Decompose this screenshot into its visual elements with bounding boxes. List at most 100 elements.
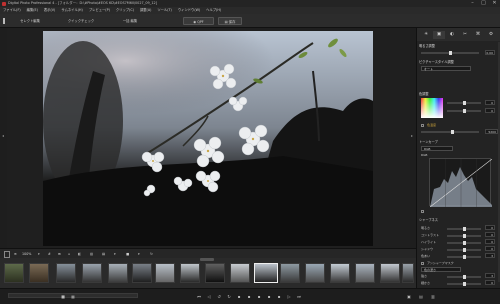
tone-curve-graph[interactable] — [429, 158, 493, 208]
first-image-icon[interactable]: ⏮ — [196, 294, 202, 299]
tab-basic-adjust[interactable]: ☀ — [420, 31, 432, 39]
filmstrip[interactable] — [0, 258, 416, 288]
tab-settings[interactable]: ⚙ — [485, 31, 497, 39]
maximize-icon[interactable]: □ — [478, 0, 489, 7]
select-edit-button[interactable]: セレクト編集 — [9, 17, 51, 25]
thumbnail[interactable] — [205, 263, 225, 283]
collapse-left-icon[interactable]: ◂ — [2, 133, 4, 138]
minimize-icon[interactable]: – — [467, 0, 478, 7]
thumbnail[interactable] — [280, 263, 300, 283]
brightness-fine-slider[interactable] — [447, 227, 481, 231]
photo-preview[interactable] — [43, 31, 373, 246]
thumbnail[interactable] — [108, 263, 128, 283]
contrast-slider[interactable] — [447, 234, 481, 238]
layout3-icon[interactable]: ▥ — [430, 294, 436, 299]
prev-icon[interactable]: ◁ — [206, 294, 212, 299]
thumbnail[interactable] — [56, 263, 76, 283]
brightness-fine-value[interactable]: 0 — [485, 225, 495, 230]
thumbnail[interactable] — [402, 263, 414, 283]
brightness-value[interactable]: 0.00 — [485, 50, 495, 55]
highlight-warning-icon[interactable]: ◧ — [78, 251, 84, 258]
brightness-slider[interactable] — [421, 51, 479, 55]
label-icon[interactable]: ▾ — [138, 251, 144, 258]
tab-tone[interactable]: ▣ — [433, 31, 445, 39]
checkbox-color[interactable] — [421, 124, 424, 127]
check1-icon[interactable]: ▪ — [236, 294, 242, 299]
color-tone-slider[interactable] — [447, 255, 481, 259]
fit-screen-icon[interactable] — [4, 250, 10, 258]
quick-button[interactable]: ◉ QPF — [183, 17, 214, 25]
thumbnail[interactable] — [82, 263, 102, 283]
checkbox-curve[interactable] — [421, 210, 424, 213]
color-wheel[interactable] — [421, 98, 443, 118]
zoom-level[interactable]: 100% — [22, 251, 36, 258]
collapse-right-icon[interactable]: ▸ — [411, 133, 413, 138]
check3-icon[interactable]: ▪ — [256, 294, 262, 299]
saturation-slider[interactable] — [447, 109, 481, 113]
thumbnail[interactable] — [132, 263, 152, 283]
save-button[interactable]: ▤ 保存 — [218, 17, 242, 25]
hue-slider[interactable] — [447, 101, 481, 105]
last-image-icon[interactable]: ⏭ — [296, 294, 302, 299]
thumbnail[interactable] — [230, 263, 250, 283]
layout-icon[interactable]: ▣ — [406, 294, 412, 299]
menu-file[interactable]: ファイル(F) — [3, 7, 21, 14]
unsharp-dropdown[interactable]: 色の濃さ — [421, 267, 461, 272]
menu-thumbnail[interactable]: サムネイル(H) — [61, 7, 82, 14]
menu-preview[interactable]: プレビュー(P) — [89, 7, 110, 14]
thumbnail[interactable] — [29, 263, 49, 283]
rating-icon[interactable]: ▾ — [114, 251, 120, 258]
rotate-right-icon[interactable]: ↻ — [226, 294, 232, 299]
shadow-value[interactable]: 0 — [485, 246, 495, 251]
thumbnail[interactable] — [355, 263, 375, 283]
hue-value[interactable]: 0 — [485, 100, 495, 105]
shadow-slider[interactable] — [447, 248, 481, 252]
check-mark-icon[interactable]: ■ — [126, 251, 132, 258]
view-single-icon[interactable]: ■ — [60, 294, 66, 299]
fineness-value[interactable]: 0 — [485, 280, 495, 285]
color-tone-value[interactable]: 3 — [485, 253, 495, 258]
highlight-slider[interactable] — [447, 241, 481, 245]
zoom-dropdown-icon[interactable]: ▾ — [38, 251, 44, 258]
batch-edit-button[interactable]: 一括 編集 — [110, 17, 150, 25]
checkbox-unsharp[interactable] — [421, 262, 424, 265]
thumbnail[interactable] — [330, 263, 350, 283]
info-icon[interactable]: ▤ — [102, 251, 108, 258]
tab-lens[interactable]: ⌘ — [472, 31, 484, 39]
crop-icon[interactable]: ⊞ — [58, 251, 64, 258]
picture-style-dropdown[interactable]: オート — [421, 66, 471, 71]
menu-help[interactable]: ヘルプ(H) — [206, 7, 221, 14]
rotate-left-icon[interactable]: ↺ — [216, 294, 222, 299]
check4-icon[interactable]: ▪ — [266, 294, 272, 299]
highlight-value[interactable]: 0 — [485, 239, 495, 244]
fineness-slider[interactable] — [447, 282, 481, 286]
contrast-value[interactable]: 0 — [485, 232, 495, 237]
tab-detail[interactable]: ✂ — [459, 31, 471, 39]
menu-window[interactable]: ウィンドウ(W) — [178, 7, 200, 14]
menu-edit[interactable]: 編集(E) — [27, 7, 38, 14]
color-temp-slider[interactable] — [421, 130, 479, 134]
compare-icon[interactable]: ▥ — [90, 251, 96, 258]
filmstrip-resize-handle[interactable] — [200, 258, 214, 261]
grid-icon[interactable]: # — [48, 251, 54, 258]
rotate-icon[interactable]: ↻ — [150, 251, 156, 258]
check5-icon[interactable]: ▪ — [276, 294, 282, 299]
tab-color[interactable]: ◐ — [446, 31, 458, 39]
thumbnail[interactable] — [380, 263, 400, 283]
strength-value[interactable]: 3 — [485, 273, 495, 278]
zoom-icon[interactable]: ⊕ — [14, 251, 20, 258]
menu-view[interactable]: 表示(V) — [44, 7, 55, 14]
color-temp-value[interactable]: 5200 — [485, 129, 498, 134]
af-point-icon[interactable]: ▫ — [68, 251, 74, 258]
thumbnail[interactable] — [4, 263, 24, 283]
curve-mode-dropdown[interactable]: RGB — [421, 146, 453, 151]
menu-clip[interactable]: クリップ(C) — [116, 7, 134, 14]
next-icon[interactable]: ▷ — [286, 294, 292, 299]
check2-icon[interactable]: ▪ — [246, 294, 252, 299]
thumbnail[interactable] — [180, 263, 200, 283]
layout2-icon[interactable]: ▤ — [418, 294, 424, 299]
quick-check-button[interactable]: クイックチェック — [60, 17, 102, 25]
thumbnail[interactable] — [155, 263, 175, 283]
back-icon[interactable] — [3, 18, 8, 24]
menu-tools[interactable]: ツール(T) — [157, 7, 171, 14]
